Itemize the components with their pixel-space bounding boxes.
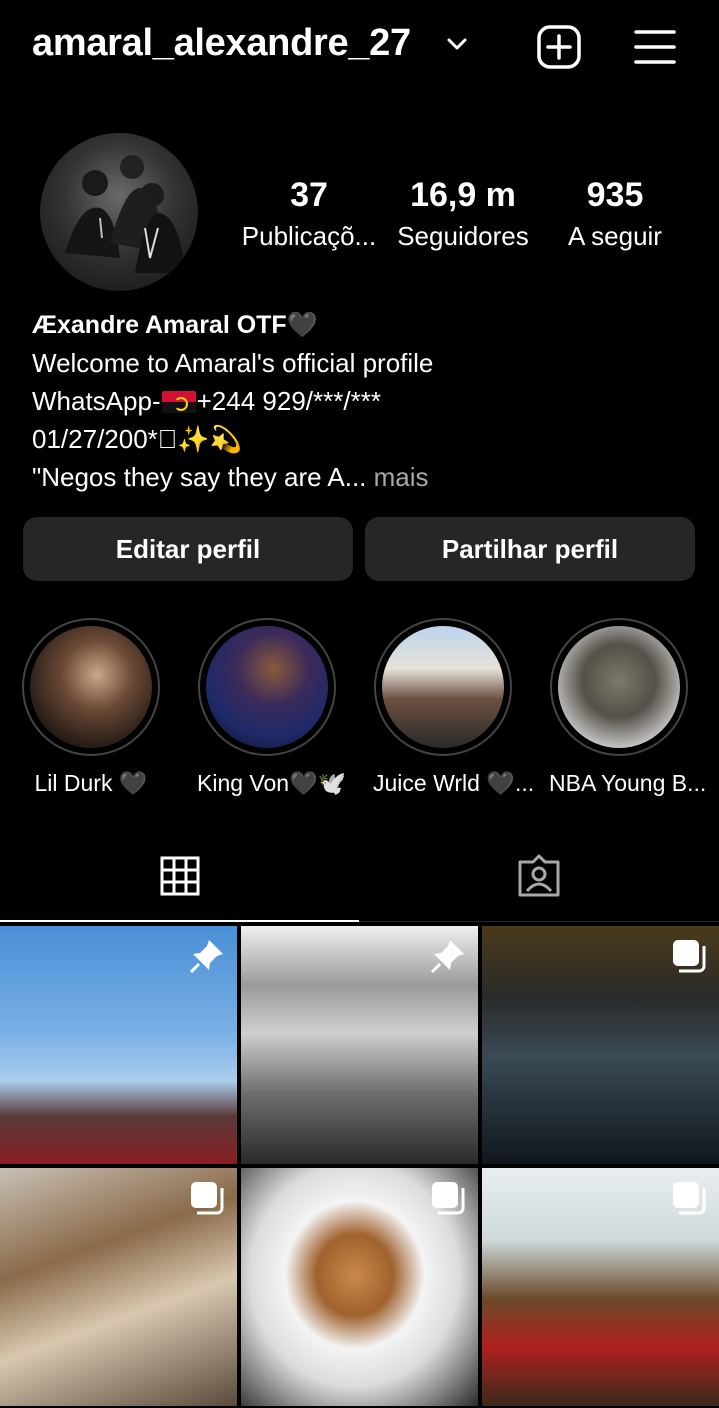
profile-bio: Æxandre Amaral OTF🖤 Welcome to Amaral's … xyxy=(32,306,702,496)
highlight-label: Juice Wrld 🖤... xyxy=(373,770,535,796)
highlight-juice-wrld[interactable]: Juice Wrld 🖤... xyxy=(373,618,535,797)
bio-line-4-text: "Negos they say they are A... xyxy=(32,462,367,492)
chevron-down-icon[interactable] xyxy=(446,36,468,54)
bio-line-2-prefix: WhatsApp- xyxy=(32,386,161,416)
posts-count[interactable]: 37 Publicaçõ... xyxy=(236,176,382,252)
highlight-cover xyxy=(30,626,152,748)
following-number: 935 xyxy=(586,176,644,214)
followers-count[interactable]: 16,9 m Seguidores xyxy=(390,176,536,252)
angola-flag-icon xyxy=(161,391,196,413)
post-thumbnail[interactable] xyxy=(482,1168,719,1406)
grid-icon xyxy=(160,856,199,896)
tab-posts-grid[interactable] xyxy=(0,830,359,922)
posts-grid xyxy=(0,926,719,1408)
post-thumbnail[interactable] xyxy=(0,926,237,1164)
share-profile-button[interactable]: Partilhar perfil xyxy=(365,517,695,581)
highlight-ring xyxy=(198,618,336,756)
highlight-nba-young-boy[interactable]: NBA Young B... xyxy=(549,618,707,797)
avatar-photo xyxy=(65,155,185,273)
active-tab-indicator xyxy=(0,920,359,922)
menu-icon[interactable] xyxy=(634,28,676,66)
multiple-icon xyxy=(191,1182,224,1215)
display-name: Æxandre Amaral OTF🖤 xyxy=(32,311,318,339)
highlight-king-von[interactable]: King Von🖤🕊️ xyxy=(197,618,347,797)
post-thumbnail[interactable] xyxy=(241,1168,478,1406)
post-thumbnail[interactable] xyxy=(241,926,478,1164)
multiple-icon xyxy=(673,1182,706,1215)
multiple-icon xyxy=(432,1182,465,1215)
followers-number: 16,9 m xyxy=(410,176,516,214)
highlight-cover xyxy=(382,626,504,748)
following-label: A seguir xyxy=(568,221,662,251)
bio-line-2: WhatsApp- +244 929/***/*** xyxy=(32,382,702,420)
highlight-lil-durk[interactable]: Lil Durk 🖤 xyxy=(21,618,161,797)
new-post-icon[interactable] xyxy=(536,24,582,70)
followers-label: Seguidores xyxy=(397,221,529,251)
edit-profile-button[interactable]: Editar perfil xyxy=(23,517,353,581)
pin-icon xyxy=(189,940,223,974)
bio-line-2-suffix: +244 929/***/*** xyxy=(196,386,381,416)
highlight-ring xyxy=(22,618,160,756)
posts-number: 37 xyxy=(290,176,328,214)
highlight-cover xyxy=(558,626,680,748)
tagged-icon xyxy=(518,854,560,897)
username-title[interactable]: amaral_alexandre_27 xyxy=(32,22,411,65)
post-thumbnail[interactable] xyxy=(0,1168,237,1406)
highlight-label: Lil Durk 🖤 xyxy=(34,770,148,796)
multiple-icon xyxy=(673,940,706,973)
following-count[interactable]: 935 A seguir xyxy=(560,176,670,252)
top-bar: amaral_alexandre_27 xyxy=(0,0,719,96)
highlight-ring xyxy=(374,618,512,756)
bio-line-1: Welcome to Amaral's official profile xyxy=(32,348,434,378)
highlight-cover xyxy=(206,626,328,748)
highlight-label: NBA Young B... xyxy=(549,770,707,796)
highlight-ring xyxy=(550,618,688,756)
post-thumbnail[interactable] xyxy=(482,926,719,1164)
pin-icon xyxy=(430,940,464,974)
profile-avatar[interactable] xyxy=(40,133,198,291)
profile-tabs xyxy=(0,830,719,922)
bio-line-3: 01/27/200* ✨💫 xyxy=(32,424,243,454)
bio-line-4: "Negos they say they are A... mais xyxy=(32,458,702,496)
tab-tagged[interactable] xyxy=(359,830,719,922)
bio-more-link[interactable]: mais xyxy=(366,462,429,492)
posts-label: Publicaçõ... xyxy=(241,221,377,251)
highlight-label: King Von🖤🕊️ xyxy=(197,770,347,796)
